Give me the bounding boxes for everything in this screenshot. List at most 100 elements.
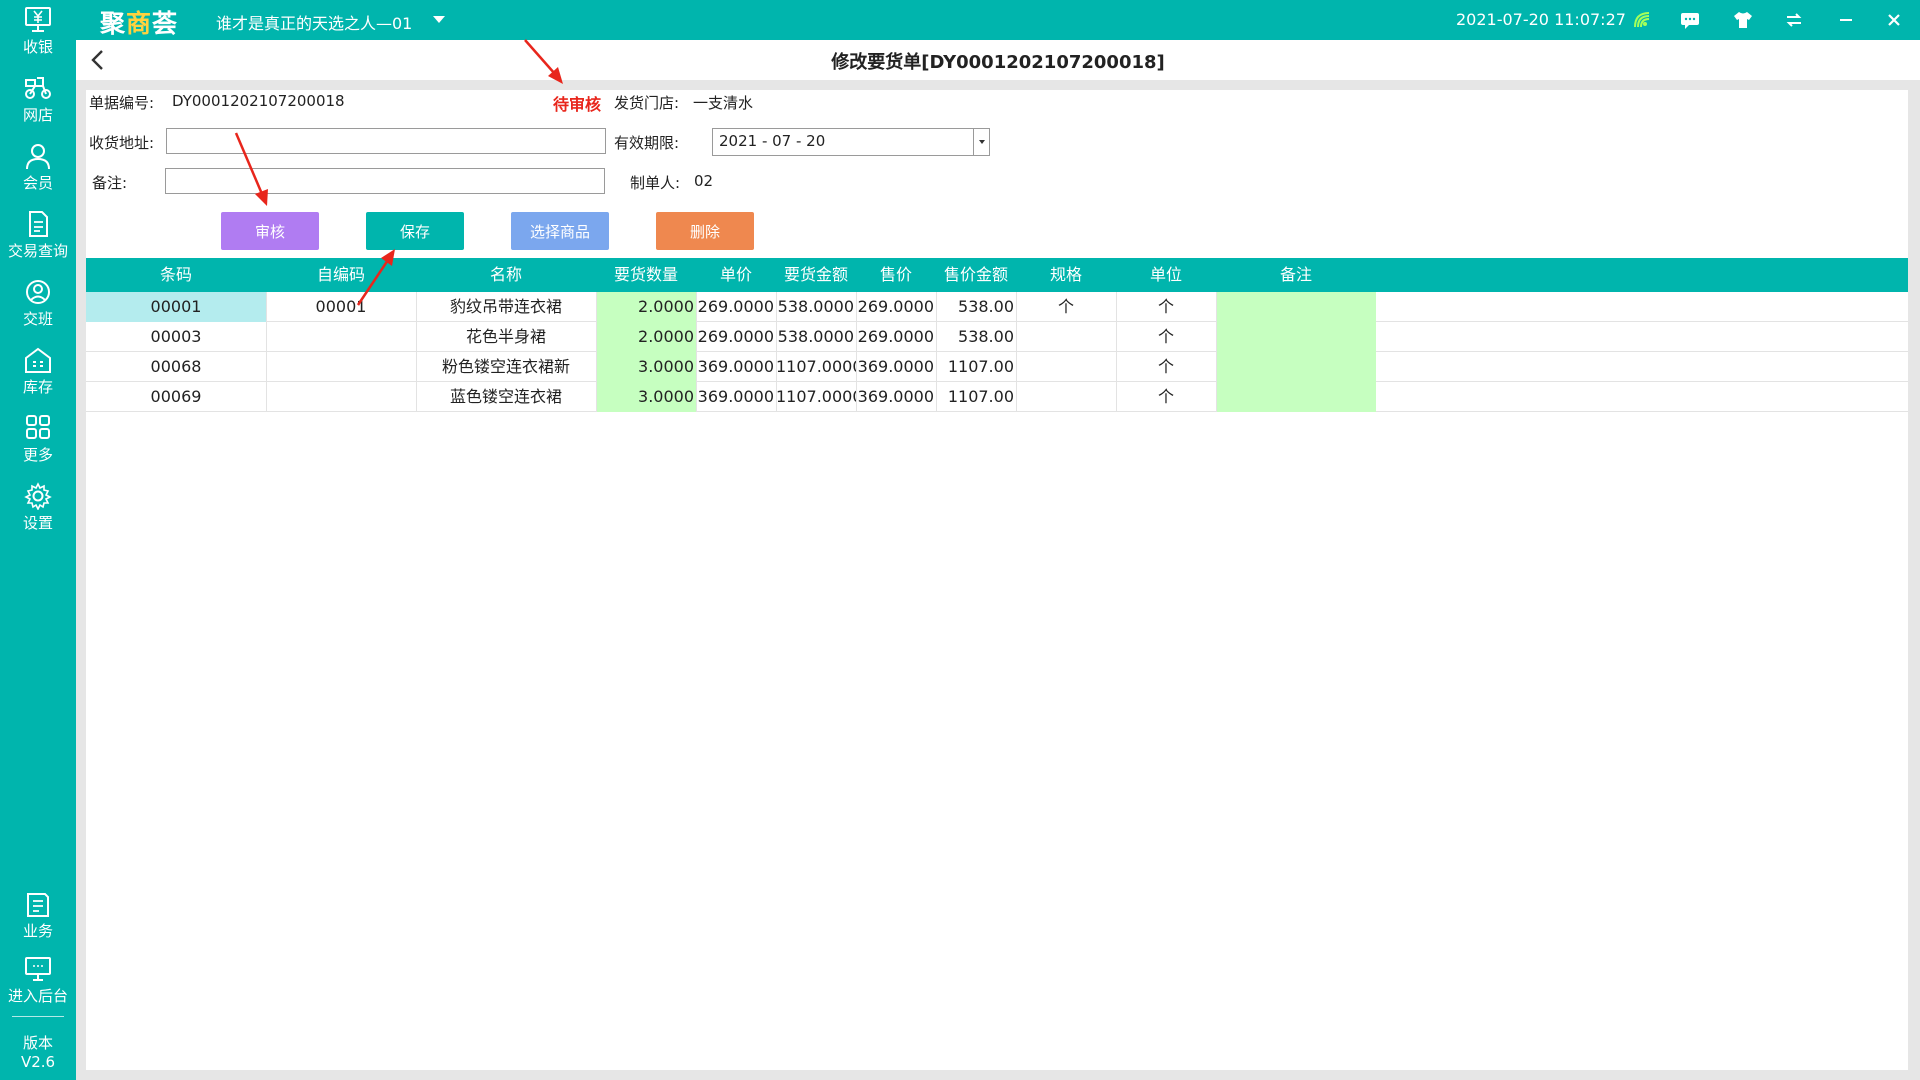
col-header-sale-amount[interactable]: 售价金额: [936, 258, 1016, 292]
cell-remark[interactable]: [1216, 382, 1376, 412]
col-header-unit[interactable]: 单位: [1116, 258, 1216, 292]
message-icon[interactable]: [1678, 8, 1702, 32]
sidebar-item-settings[interactable]: 设置: [0, 482, 76, 544]
cell-spec[interactable]: [1016, 322, 1116, 352]
cell-remark[interactable]: [1216, 352, 1376, 382]
cell-spec[interactable]: [1016, 352, 1116, 382]
warehouse-icon: [25, 347, 51, 373]
goods-table-header: 条码 自编码 名称 要货数量 单价 要货金额 售价 售价金额 规格 单位 备注: [86, 258, 1908, 292]
sidebar-item-more[interactable]: 更多: [0, 414, 76, 476]
cell-sale-amount[interactable]: 1107.00: [936, 382, 1016, 412]
save-button[interactable]: 保存: [366, 212, 464, 250]
store-dropdown-caret-icon[interactable]: [433, 16, 445, 23]
col-header-barcode[interactable]: 条码: [86, 258, 266, 292]
sidebar-item-business[interactable]: 业务: [0, 890, 76, 952]
wifi-icon: [1630, 8, 1654, 32]
cell-barcode[interactable]: 00001: [86, 292, 266, 322]
shift-icon: [26, 280, 50, 304]
sidebar-item-label: 交班: [22, 310, 53, 328]
cell-unit-price[interactable]: 369.0000: [696, 352, 776, 382]
cell-qty[interactable]: 3.0000: [596, 382, 696, 412]
remark-label: 备注:: [92, 174, 128, 192]
cell-unit[interactable]: 个: [1116, 382, 1216, 412]
cell-qty[interactable]: 2.0000: [596, 322, 696, 352]
theme-shirt-icon[interactable]: [1731, 8, 1755, 32]
minimize-icon[interactable]: [1834, 8, 1858, 32]
row-divider: [856, 352, 857, 382]
sidebar-item-transactions[interactable]: 交易查询: [0, 210, 76, 272]
row-divider: [696, 292, 697, 322]
store-name[interactable]: 谁才是真正的天选之人—01: [216, 10, 412, 34]
cell-name[interactable]: 花色半身裙: [416, 322, 596, 352]
cell-unit[interactable]: 个: [1116, 322, 1216, 352]
table-row[interactable]: 00001 00001 豹纹吊带连衣裙 2.0000 269.0000 538.…: [86, 292, 1908, 322]
cell-sale-price[interactable]: 269.0000: [856, 292, 936, 322]
col-header-name[interactable]: 名称: [416, 258, 596, 292]
row-divider: [596, 382, 597, 412]
cell-code[interactable]: [266, 322, 416, 352]
cell-amount[interactable]: 538.0000: [776, 292, 856, 322]
table-row[interactable]: 00003 花色半身裙 2.0000 269.0000 538.0000 269…: [86, 322, 1908, 352]
col-header-sale-price[interactable]: 售价: [856, 258, 936, 292]
row-divider: [856, 322, 857, 352]
col-header-qty[interactable]: 要货数量: [596, 258, 696, 292]
valid-date-picker[interactable]: 2021 - 07 - 20: [712, 128, 990, 156]
sidebar-item-member[interactable]: 会员: [0, 142, 76, 204]
row-divider: [776, 292, 777, 322]
cash-register-icon: [25, 7, 51, 32]
delete-button[interactable]: 删除: [656, 212, 754, 250]
table-row[interactable]: 00069 蓝色镂空连衣裙 3.0000 369.0000 1107.0000 …: [86, 382, 1908, 412]
cell-sale-price[interactable]: 369.0000: [856, 352, 936, 382]
cell-name[interactable]: 豹纹吊带连衣裙: [416, 292, 596, 322]
col-header-unit-price[interactable]: 单价: [696, 258, 776, 292]
row-divider: [416, 352, 417, 382]
cell-unit-price[interactable]: 269.0000: [696, 292, 776, 322]
audit-button[interactable]: 审核: [221, 212, 319, 250]
sidebar-item-shift[interactable]: 交班: [0, 278, 76, 340]
cell-qty[interactable]: 2.0000: [596, 292, 696, 322]
row-divider: [776, 322, 777, 352]
sidebar-item-online-store[interactable]: 网店: [0, 74, 76, 136]
cell-spec[interactable]: [1016, 382, 1116, 412]
cell-sale-price[interactable]: 369.0000: [856, 382, 936, 412]
col-header-remark[interactable]: 备注: [1216, 258, 1376, 292]
cell-unit-price[interactable]: 269.0000: [696, 322, 776, 352]
cell-sale-amount[interactable]: 538.00: [936, 322, 1016, 352]
cell-sale-amount[interactable]: 1107.00: [936, 352, 1016, 382]
col-header-spec[interactable]: 规格: [1016, 258, 1116, 292]
date-dropdown-icon[interactable]: [973, 129, 989, 155]
cell-name[interactable]: 蓝色镂空连衣裙: [416, 382, 596, 412]
cell-amount[interactable]: 1107.0000: [776, 382, 856, 412]
cell-barcode[interactable]: 00068: [86, 352, 266, 382]
sidebar-item-backend[interactable]: 进入后台: [0, 955, 76, 1017]
col-header-amount[interactable]: 要货金额: [776, 258, 856, 292]
address-input[interactable]: [166, 128, 606, 154]
close-icon[interactable]: [1882, 8, 1906, 32]
sidebar-item-cashier[interactable]: 收银: [0, 6, 76, 68]
cell-spec[interactable]: 个: [1016, 292, 1116, 322]
cell-code[interactable]: [266, 352, 416, 382]
cell-remark[interactable]: [1216, 322, 1376, 352]
col-header-code[interactable]: 自编码: [266, 258, 416, 292]
version-label: 版本: [22, 1034, 53, 1052]
cell-code[interactable]: [266, 382, 416, 412]
switch-arrows-icon[interactable]: [1782, 8, 1806, 32]
cell-amount[interactable]: 538.0000: [776, 322, 856, 352]
cell-amount[interactable]: 1107.0000: [776, 352, 856, 382]
remark-input[interactable]: [165, 168, 605, 194]
table-row[interactable]: 00068 粉色镂空连衣裙新 3.0000 369.0000 1107.0000…: [86, 352, 1908, 382]
cell-unit[interactable]: 个: [1116, 352, 1216, 382]
cell-unit-price[interactable]: 369.0000: [696, 382, 776, 412]
row-divider: [266, 292, 267, 322]
cell-barcode[interactable]: 00003: [86, 322, 266, 352]
cell-barcode[interactable]: 00069: [86, 382, 266, 412]
cell-qty[interactable]: 3.0000: [596, 352, 696, 382]
select-goods-button[interactable]: 选择商品: [511, 212, 609, 250]
cell-sale-amount[interactable]: 538.00: [936, 292, 1016, 322]
cell-name[interactable]: 粉色镂空连衣裙新: [416, 352, 596, 382]
cell-sale-price[interactable]: 269.0000: [856, 322, 936, 352]
cell-unit[interactable]: 个: [1116, 292, 1216, 322]
cell-code[interactable]: 00001: [266, 292, 416, 322]
cell-remark[interactable]: [1216, 292, 1376, 322]
sidebar-item-inventory[interactable]: 库存: [0, 346, 76, 408]
